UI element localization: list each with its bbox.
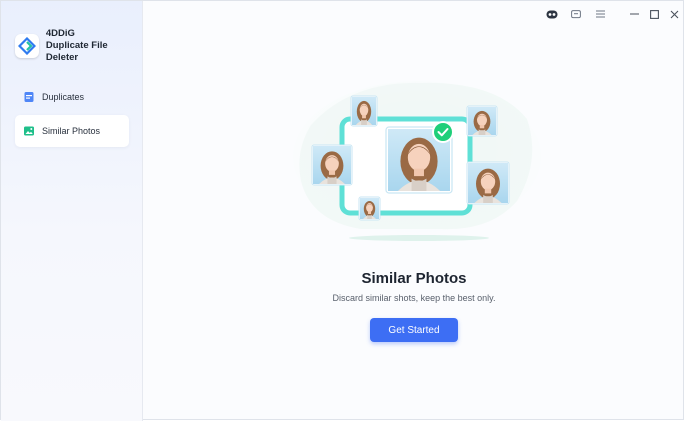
similar-photos-illustration — [293, 81, 541, 241]
app-logo-icon — [15, 34, 39, 58]
photo-top-left — [350, 95, 378, 127]
photo-right — [466, 161, 510, 205]
sidebar-item-label: Duplicates — [42, 92, 85, 102]
app-window: 4DDiG Duplicate File Deleter Duplicates — [0, 0, 684, 421]
photo-bottom — [358, 196, 381, 221]
sidebar-item-label: Similar Photos — [42, 126, 101, 136]
sidebar: 4DDiG Duplicate File Deleter Duplicates — [1, 1, 143, 421]
page-subtitle: Discard similar shots, keep the best onl… — [332, 293, 496, 303]
sidebar-item-similar-photos[interactable]: Similar Photos — [15, 115, 129, 147]
shadow — [349, 235, 489, 241]
get-started-button[interactable]: Get Started — [370, 318, 458, 342]
app-name-line2: Duplicate File Deleter — [45, 40, 108, 63]
sidebar-nav: Duplicates Similar Photos — [15, 81, 129, 149]
check-badge-icon — [432, 121, 454, 143]
app-brand: 4DDiG Duplicate File Deleter — [15, 28, 142, 64]
app-name-line1: 4DDiG — [45, 28, 75, 39]
page-title: Similar Photos — [361, 270, 467, 287]
photo-left — [311, 144, 353, 186]
photo-icon — [23, 125, 35, 137]
main-content: Similar Photos Discard similar shots, ke… — [143, 1, 684, 421]
sidebar-item-duplicates[interactable]: Duplicates — [15, 81, 129, 113]
photo-top-right — [466, 105, 498, 137]
file-stack-icon — [23, 91, 35, 103]
